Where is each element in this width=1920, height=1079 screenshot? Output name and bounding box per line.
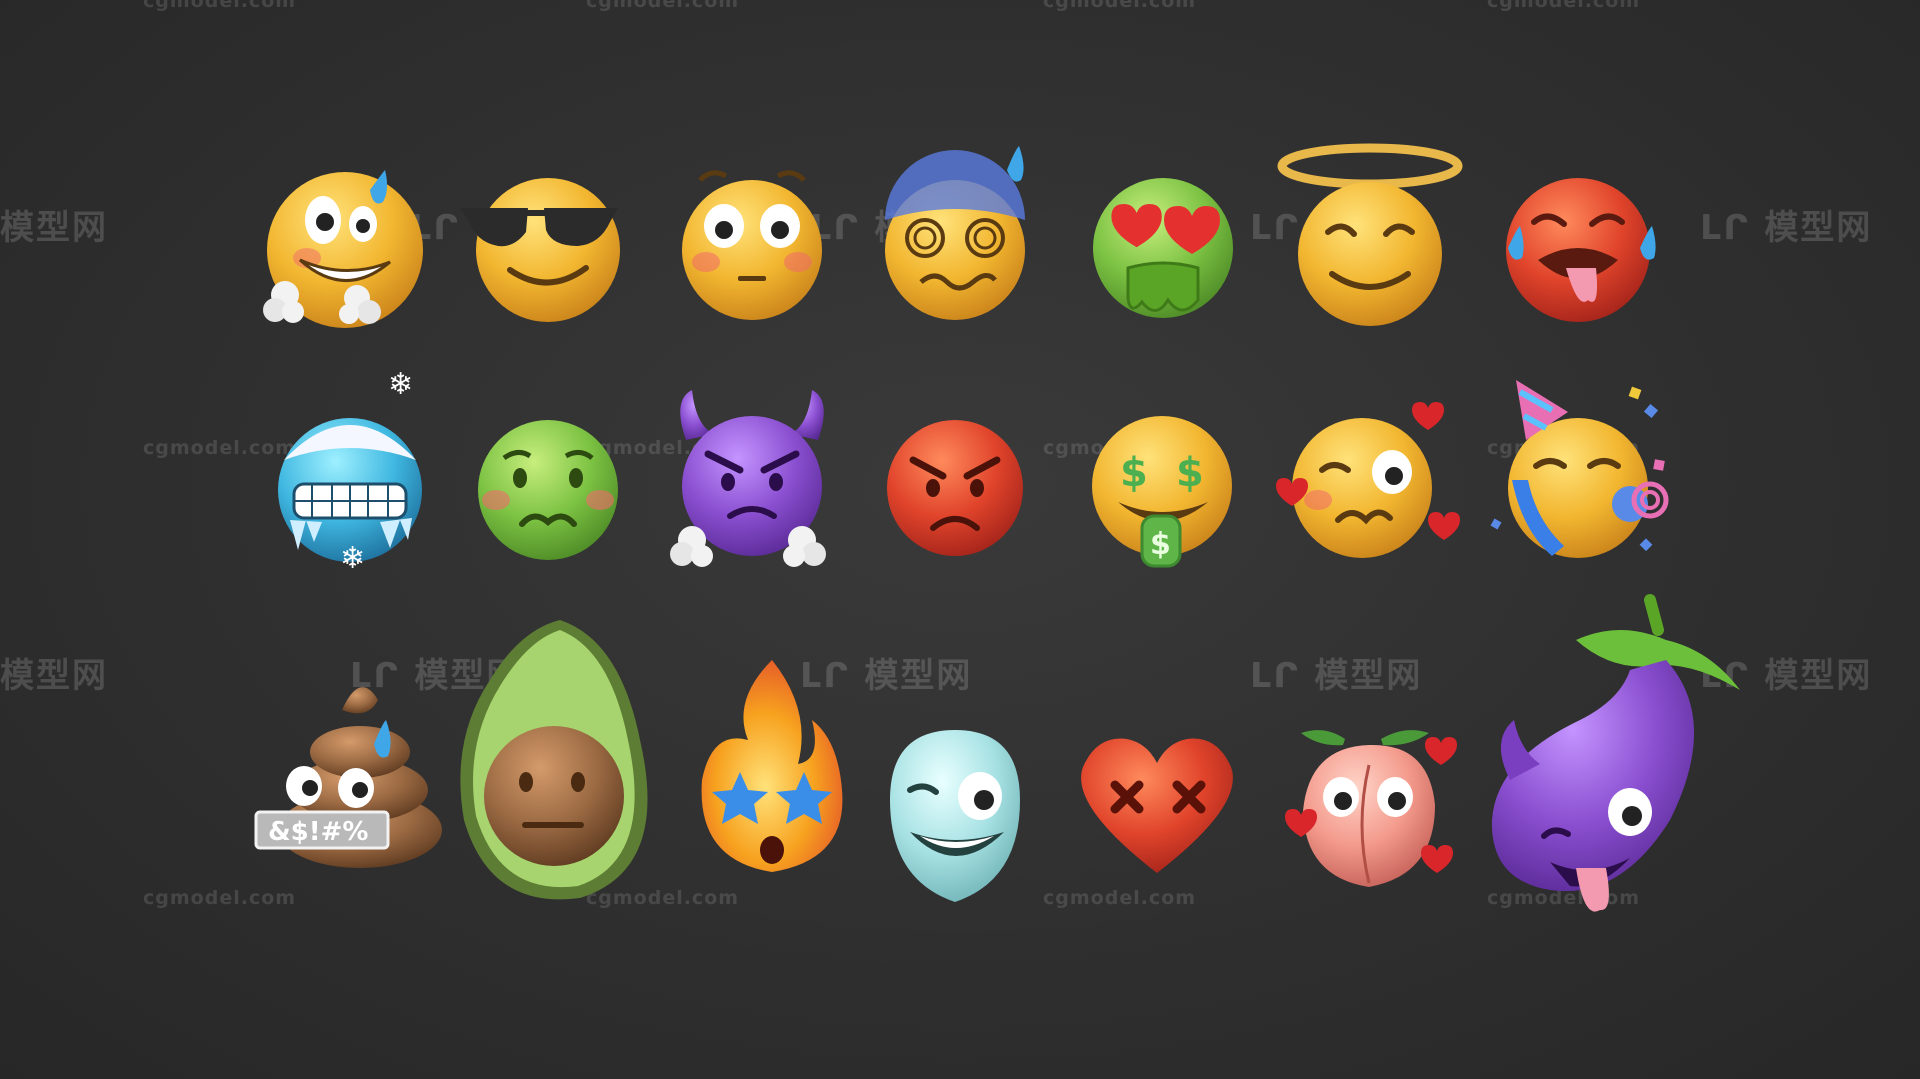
flushed-face-emoji	[652, 150, 852, 350]
dead-heart-emoji	[1075, 735, 1240, 875]
model-preview-stage: cgmodel.com cgmodel.com cgmodel.com cgmo…	[0, 0, 1920, 1079]
svg-text:$: $	[1150, 527, 1171, 562]
crying-tongue-face-emoji	[1478, 150, 1678, 350]
sick-heart-eyes-face-emoji	[1058, 150, 1258, 350]
avocado-face-emoji	[450, 620, 670, 900]
watermark-text: cgmodel.com	[586, 0, 740, 12]
fire-face-emoji	[672, 660, 872, 880]
wink-hearts-face-emoji	[1262, 390, 1462, 590]
nauseated-face-emoji	[448, 390, 648, 590]
halo-face-emoji	[1262, 143, 1463, 350]
watermark-text: cgmodel.com	[1043, 887, 1197, 909]
dizzy-sweat-face-emoji	[855, 146, 1055, 350]
watermark-text: cgmodel.com	[1487, 0, 1641, 12]
swear-sign-text: &$!#%	[268, 817, 368, 847]
watermark-logo: ᒪᒋ 模型网	[1700, 208, 1873, 248]
alien-wink-face-emoji	[880, 720, 1030, 910]
svg-text:$: $	[1120, 450, 1148, 496]
watermark-text: cgmodel.com	[143, 887, 297, 909]
snowflake-icon: ❄	[340, 541, 365, 576]
watermark-logo: 模型网	[0, 208, 108, 248]
watermark-text: cgmodel.com	[143, 0, 297, 12]
frozen-face-emoji: ❄ ❄	[250, 367, 450, 590]
party-face-emoji	[1482, 380, 1682, 580]
money-face-emoji: $ $ $	[1058, 390, 1258, 590]
watermark-logo: ᒪᒋ 模型网	[1250, 656, 1423, 696]
eggplant-devil-face-emoji	[1480, 594, 1740, 920]
angry-face-emoji	[855, 390, 1055, 590]
snowflake-icon: ❄	[388, 367, 413, 402]
sunglasses-face-emoji	[448, 150, 648, 350]
peach-face-emoji	[1285, 725, 1460, 895]
devil-face-emoji	[652, 390, 852, 590]
hot-sweat-face-emoji	[245, 150, 445, 350]
watermark-text: cgmodel.com	[1043, 0, 1197, 12]
svg-text:$: $	[1176, 450, 1204, 496]
watermark-logo: 模型网	[0, 656, 108, 696]
poop-swearing-emoji: &$!#%	[250, 680, 450, 880]
